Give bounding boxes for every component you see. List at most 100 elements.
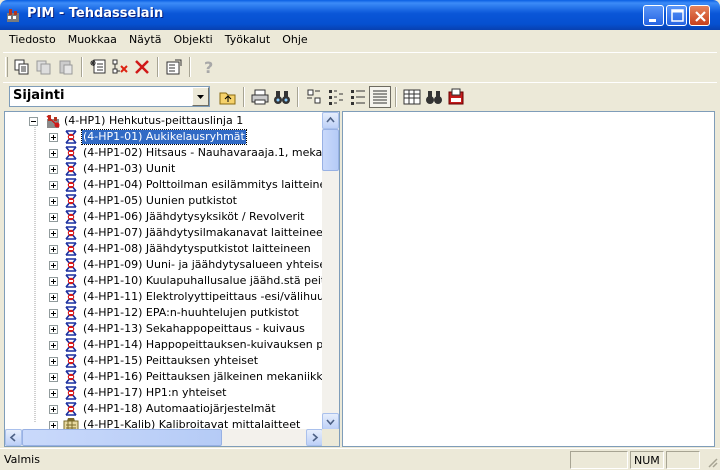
detail-pane[interactable] <box>342 111 715 447</box>
expand-toggle[interactable] <box>49 133 58 142</box>
menu-ohje[interactable]: Ohje <box>276 31 313 49</box>
tree-vertical-scrollbar[interactable] <box>322 112 339 430</box>
tree-item[interactable]: (4-HP1-03) Uunit <box>5 161 323 177</box>
expand-toggle[interactable] <box>49 373 58 382</box>
expand-toggle[interactable] <box>49 149 58 158</box>
resize-grip-icon[interactable] <box>706 456 718 468</box>
copy2-button[interactable] <box>33 56 55 78</box>
expand-toggle[interactable] <box>49 229 58 238</box>
menu-tiedosto[interactable]: Tiedosto <box>3 31 62 49</box>
tree-item-text: Sekahappopeittaus - kuivaus <box>145 322 305 335</box>
tree-pane[interactable]: (4-HP1) Hehkutus-peittauslinja 1 (4-HP1-0… <box>4 111 340 447</box>
expand-toggle[interactable] <box>49 261 58 270</box>
tree-item-label: (4-HP1-15) Peittauksen yhteiset <box>82 354 259 368</box>
copy-button[interactable] <box>11 56 33 78</box>
large-icons-view-button[interactable] <box>303 86 325 108</box>
tree-item[interactable]: (4-HP1-12) EPA:n-huuhtelujen putkistot <box>5 305 323 321</box>
tree-item-text: Peittauksen jälkeinen mekaniikka ja pa <box>145 370 323 383</box>
window-title: PIM - Tehdasselain <box>27 6 164 21</box>
tree-item[interactable]: (4-HP1-05) Uunien putkistot <box>5 193 323 209</box>
tree-root-code: (4-HP1) <box>64 114 106 127</box>
collapse-toggle[interactable] <box>29 117 38 126</box>
title-bar[interactable]: PIM - Tehdasselain <box>0 0 720 30</box>
tree-item-label: (4-HP1-02) Hitsaus - Nauhavaraaja.1, mek… <box>82 146 323 160</box>
tree-item[interactable]: (4-HP1-08) Jäähdytysputkistot laitteinee… <box>5 241 323 257</box>
tree-item[interactable]: (4-HP1-15) Peittauksen yhteiset <box>5 353 323 369</box>
expand-toggle[interactable] <box>49 197 58 206</box>
expand-toggle[interactable] <box>49 357 58 366</box>
tree-item-text: Elektrolyyttipeittaus -esi/välihuuhtelu <box>145 290 323 303</box>
tree-item[interactable]: (4-HP1-16) Peittauksen jälkeinen mekanii… <box>5 369 323 385</box>
tree-item[interactable]: (4-HP1-09) Uuni- ja jäähdytysalueen yhte… <box>5 257 323 273</box>
scroll-up-button[interactable] <box>322 112 339 129</box>
list-view-button[interactable] <box>347 86 369 108</box>
expand-toggle[interactable] <box>49 181 58 190</box>
export-button[interactable] <box>445 86 467 108</box>
expand-toggle[interactable] <box>49 213 58 222</box>
chevron-right-icon <box>312 433 319 442</box>
chevron-left-icon <box>9 433 16 442</box>
tree-item-code: (4-HP1-07) <box>83 226 143 239</box>
toolbar-grip[interactable] <box>5 57 8 77</box>
tree-item-label: (4-HP1-14) Happopeittauksen-kuivauksen p… <box>82 338 323 352</box>
paste-button[interactable] <box>55 56 77 78</box>
minimize-button[interactable] <box>643 5 664 26</box>
maximize-button[interactable] <box>666 5 687 26</box>
tree-item[interactable]: (4-HP1-11) Elektrolyyttipeittaus -esi/vä… <box>5 289 323 305</box>
menu-objekti[interactable]: Objekti <box>167 31 218 49</box>
search-button[interactable] <box>423 86 445 108</box>
help-button[interactable]: ? <box>197 56 219 78</box>
tree-item[interactable]: (4-HP1-17) HP1:n yhteiset <box>5 385 323 401</box>
expand-toggle[interactable] <box>49 341 58 350</box>
tree-item[interactable]: (4-HP1-06) Jäähdytysyksiköt / Revolverit <box>5 209 323 225</box>
menu-nayta[interactable]: Näytä <box>123 31 168 49</box>
tree-item[interactable]: (4-HP1-02) Hitsaus - Nauhavaraaja.1, mek… <box>5 145 323 161</box>
combo-dropdown-button[interactable] <box>192 87 209 106</box>
small-icons-view-button[interactable] <box>325 86 347 108</box>
location-combo[interactable]: Sijainti <box>9 86 210 107</box>
tree-item-code: (4-HP1-14) <box>83 338 143 351</box>
delete-button[interactable] <box>131 56 153 78</box>
scroll-thumb[interactable] <box>322 129 339 171</box>
expand-toggle[interactable] <box>49 405 58 414</box>
tree-horizontal-scrollbar[interactable] <box>5 429 323 446</box>
tree-item[interactable]: (4-HP1-18) Automaatiojärjestelmät <box>5 401 323 417</box>
tree-item[interactable]: (4-HP1-07) Jäähdytysilmakanavat laittein… <box>5 225 323 241</box>
expand-toggle[interactable] <box>49 165 58 174</box>
scroll-left-button[interactable] <box>5 429 22 446</box>
cut-object-button[interactable] <box>109 56 131 78</box>
expand-toggle[interactable] <box>49 325 58 334</box>
object-tree[interactable]: (4-HP1) Hehkutus-peittauslinja 1 (4-HP1-0… <box>5 112 323 430</box>
find-button[interactable] <box>271 86 293 108</box>
tree-item[interactable]: (4-HP1-04) Polttoilman esilämmitys laitt… <box>5 177 323 193</box>
expand-toggle[interactable] <box>49 245 58 254</box>
tree-item-label: (4-HP1-18) Automaatiojärjestelmät <box>82 402 277 416</box>
properties-button[interactable] <box>163 56 185 78</box>
scroll-right-button[interactable] <box>306 429 323 446</box>
menu-tyokalut[interactable]: Työkalut <box>219 31 277 49</box>
expand-toggle[interactable] <box>49 293 58 302</box>
tree-item-label: (4-HP1-07) Jäähdytysilmakanavat laittein… <box>82 226 323 240</box>
tree-item[interactable]: (4-HP1-01) Aukikelausryhmät <box>5 129 323 145</box>
scroll-h-thumb[interactable] <box>22 429 222 446</box>
close-button[interactable] <box>689 5 710 26</box>
scroll-down-button[interactable] <box>322 413 339 430</box>
tree-item-text: Kuulapuhallusalue jäähd.stä peittauks <box>145 274 323 287</box>
equipment-group-icon <box>63 385 79 401</box>
tree-item[interactable]: (4-HP1-13) Sekahappopeittaus - kuivaus <box>5 321 323 337</box>
export-icon <box>448 88 464 105</box>
table-button[interactable] <box>401 86 423 108</box>
tree-root[interactable]: (4-HP1) Hehkutus-peittauslinja 1 <box>5 113 323 129</box>
menu-muokkaa[interactable]: Muokkaa <box>62 31 123 49</box>
print-button[interactable] <box>249 86 271 108</box>
expand-toggle[interactable] <box>49 277 58 286</box>
details-view-button[interactable] <box>369 86 391 108</box>
status-bar: Valmis NUM <box>0 448 720 470</box>
tree-item[interactable]: (4-HP1-14) Happopeittauksen-kuivauksen p… <box>5 337 323 353</box>
copy-icon <box>14 59 29 75</box>
add-object-button[interactable] <box>87 56 109 78</box>
tree-item[interactable]: (4-HP1-10) Kuulapuhallusalue jäähd.stä p… <box>5 273 323 289</box>
up-level-button[interactable] <box>217 86 239 108</box>
expand-toggle[interactable] <box>49 389 58 398</box>
expand-toggle[interactable] <box>49 309 58 318</box>
